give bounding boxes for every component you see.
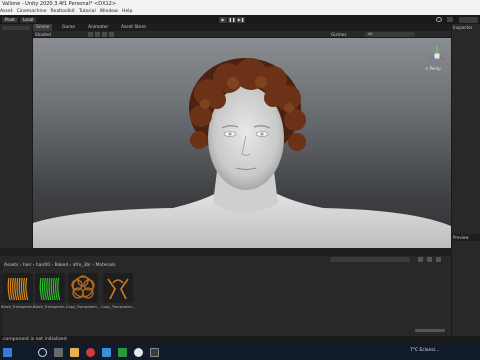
material-thumb-1[interactable] — [3, 273, 33, 303]
scene-toolbar: Shaded Gizmos All — [33, 31, 451, 38]
inspector-tab[interactable]: Inspector — [453, 24, 473, 31]
hierarchy-search[interactable] — [2, 26, 30, 30]
store-icon[interactable] — [102, 348, 111, 357]
chrome-icon[interactable] — [134, 348, 143, 357]
status-bar[interactable]: component is not initialized — [0, 336, 480, 344]
account-icon[interactable] — [447, 17, 453, 22]
app-icon[interactable] — [118, 348, 127, 357]
material-label-3: Copy_Transparen... — [66, 305, 100, 309]
menu-item-help[interactable]: Help — [122, 9, 132, 14]
audio-toggle-icon[interactable] — [102, 32, 107, 37]
collab-icon[interactable] — [436, 17, 442, 22]
menu-item-tutorial[interactable]: Tutorial — [79, 9, 96, 14]
orientation-gizmo — [428, 46, 446, 61]
gizmos-dropdown[interactable]: Gizmos — [331, 31, 346, 38]
tab-animator[interactable]: Animator — [85, 24, 111, 31]
opera-icon[interactable] — [86, 348, 95, 357]
menu-item-window[interactable]: Window — [100, 9, 118, 14]
tab-scene[interactable]: Scene — [33, 24, 53, 31]
weather-widget[interactable]: 7°C Eclairci... — [410, 348, 439, 353]
main-toolbar: Pivot Local ▶ ❚❚ ▶❚ — [0, 15, 480, 24]
window-title-bar: Vallone - Unity 2020.3.4f1 Personal* <DX… — [0, 0, 480, 8]
material-thumb-3[interactable] — [68, 273, 98, 303]
material-preview-icon — [7, 277, 29, 301]
weather-temp: 7°C — [410, 348, 419, 353]
material-label-2: Black_Transparen... — [33, 305, 67, 309]
file-explorer-icon[interactable] — [70, 348, 79, 357]
pivot-label: Pivot — [5, 16, 15, 22]
menu-bar: Asset Cinemachine Realtoolkit Tutorial Windo… — [0, 8, 480, 15]
tab-asset-store[interactable]: Asset Store — [118, 24, 149, 31]
pause-button[interactable]: ❚❚ — [228, 16, 236, 23]
material-preview-icon — [107, 278, 129, 300]
weather-desc: Eclairci... — [419, 348, 440, 353]
icon-size-slider[interactable] — [415, 329, 445, 332]
unity-taskbar-icon[interactable] — [150, 348, 159, 357]
play-button[interactable]: ▶ — [219, 16, 227, 23]
local-toggle-button[interactable]: Local — [20, 16, 37, 23]
menu-item-realtoolkit[interactable]: Realtoolkit — [51, 9, 75, 14]
menu-item-asset[interactable]: Asset — [0, 9, 13, 14]
shading-mode-dropdown[interactable]: Shaded — [35, 31, 51, 38]
scene-search-input[interactable]: All — [365, 32, 415, 37]
preview-header[interactable]: Preview — [452, 234, 480, 241]
character-render — [33, 46, 451, 248]
step-button[interactable]: ▶❚ — [237, 16, 245, 23]
material-label-1: Black_Transparen... — [1, 305, 35, 309]
scene-viewport[interactable]: < Persp — [33, 38, 451, 248]
windows-taskbar: 7°C Eclairci... — [0, 344, 480, 360]
task-view-icon[interactable] — [54, 348, 63, 357]
project-tab-bar — [0, 249, 451, 256]
inspector-panel: Inspector Preview — [451, 24, 480, 336]
lighting-toggle-icon[interactable] — [95, 32, 100, 37]
material-preview-icon — [71, 275, 95, 299]
pivot-toggle-button[interactable]: Pivot — [2, 16, 18, 23]
tab-game[interactable]: Game — [59, 24, 78, 31]
effects-toggle-icon[interactable] — [109, 32, 114, 37]
breadcrumb-item[interactable]: hair00 — [36, 263, 50, 268]
gizmo-label[interactable]: < Persp — [425, 66, 441, 71]
breadcrumb-item[interactable]: Assets — [4, 263, 18, 268]
hierarchy-panel — [0, 24, 33, 248]
material-thumb-2[interactable] — [35, 273, 65, 303]
2d-toggle-icon[interactable] — [88, 32, 93, 37]
material-preview-icon — [39, 277, 61, 301]
status-text: component is not initialized — [3, 337, 67, 342]
breadcrumb-item[interactable]: afro_3br — [73, 263, 91, 268]
local-label: Local — [23, 16, 34, 22]
breadcrumb: Assets › hair › hair00 › Baked › afro_3b… — [0, 262, 451, 270]
start-icon[interactable] — [3, 348, 12, 357]
scene-tab-bar: Scene Game Animator Asset Store — [33, 24, 451, 31]
material-label-4: Copy_Transparen... — [101, 305, 135, 309]
menu-item-cinemachine[interactable]: Cinemachine — [17, 9, 47, 14]
material-thumb-4[interactable] — [103, 273, 133, 303]
breadcrumb-item[interactable]: Materials — [96, 263, 116, 268]
window-title: Vallone - Unity 2020.3.4f1 Personal* <DX… — [2, 1, 117, 7]
breadcrumb-item[interactable]: Baked — [55, 263, 69, 268]
taskbar-search-icon[interactable] — [38, 348, 47, 357]
layout-dropdown[interactable] — [459, 16, 478, 23]
